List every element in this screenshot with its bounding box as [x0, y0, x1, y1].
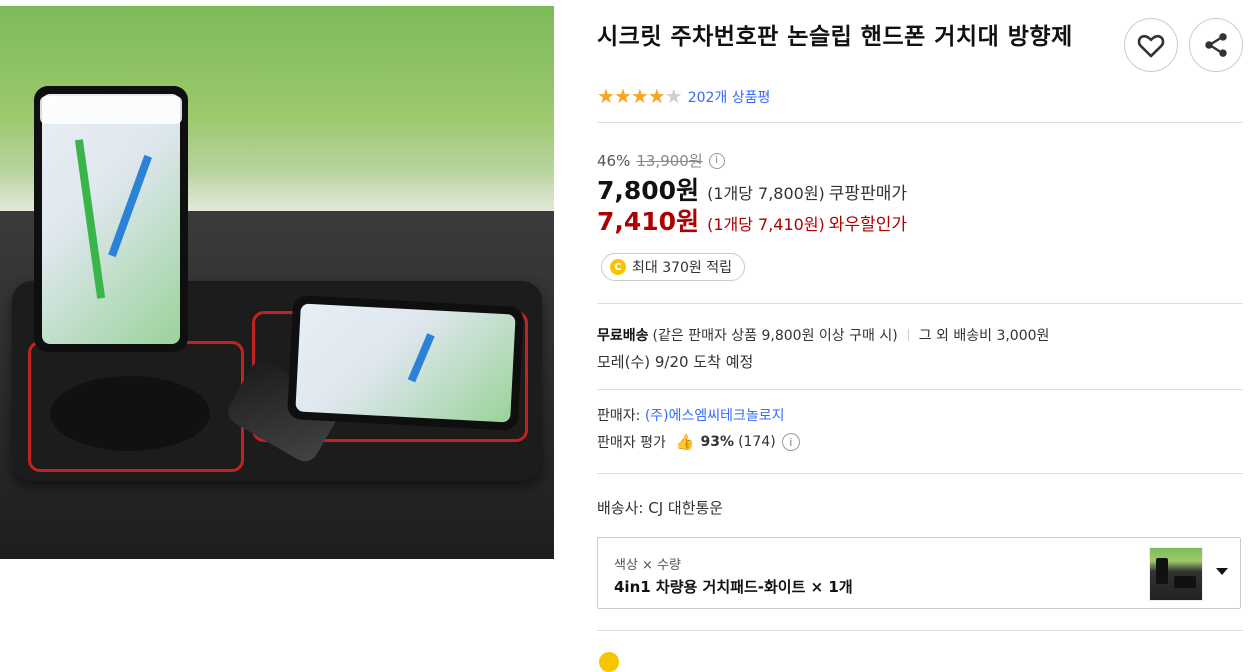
seller-label: 판매자: — [597, 408, 641, 424]
arrival-date: 모레(수) 9/20 도착 예정 — [597, 353, 754, 371]
wow-price-label: 와우할인가 — [828, 215, 907, 235]
carrier-text: 배송사: CJ 대한통운 — [597, 499, 724, 517]
product-title: 시크릿 주차번호판 논슬립 핸드폰 거치대 방향제 — [597, 24, 1073, 50]
option-selector[interactable]: 색상 × 수량 4in1 차량용 거치패드-화이트 × 1개 — [597, 537, 1241, 609]
info-icon[interactable]: i — [781, 433, 800, 451]
wow-price: 7,410원 — [597, 207, 700, 236]
sale-unit-price: (1개당 7,800원) — [707, 184, 825, 203]
seller-rating-label: 판매자 평가 — [597, 435, 666, 451]
shipping-row: 무료배송 (같은 판매자 상품 9,800원 이상 구매 시) 그 외 배송비 … — [597, 325, 1049, 345]
wow-price-row: 7,410원 (1개당 7,410원) 와우할인가 — [597, 202, 907, 238]
star-icon: ★ — [613, 84, 632, 108]
separator — [907, 329, 909, 341]
other-shipping-fee: 그 외 배송비 3,000원 — [918, 328, 1050, 344]
phone-stand-base — [50, 376, 210, 451]
phone-upright — [34, 86, 188, 352]
divider — [597, 389, 1243, 390]
option-value: 4in1 차량용 거치패드-화이트 × 1개 — [614, 578, 853, 596]
divider — [597, 303, 1243, 304]
star-icon: ★ — [597, 84, 615, 108]
discount-row: 46% 13,900원 i — [597, 150, 725, 171]
discount-rate: 46% — [597, 151, 631, 170]
seller-rating-row: 판매자 평가 👍 93% (174) i — [597, 432, 800, 452]
original-price: 13,900원 — [636, 152, 703, 170]
seller-name-link[interactable]: (주)에스엠씨테크놀로지 — [645, 408, 785, 424]
divider — [597, 473, 1243, 474]
heart-icon — [1137, 34, 1165, 58]
seller-row: 판매자: (주)에스엠씨테크놀로지 — [597, 405, 785, 425]
share-button[interactable] — [1189, 18, 1243, 72]
rating-row: ★★★★★ 202개 상품평 — [597, 86, 770, 107]
wishlist-button[interactable] — [1124, 18, 1178, 72]
star-icon: ★ — [647, 84, 666, 108]
chevron-down-icon[interactable] — [1216, 568, 1228, 575]
star-icon: ★ — [664, 84, 683, 108]
coin-icon: C — [610, 259, 626, 275]
divider — [597, 630, 1243, 631]
thumbs-up-icon: 👍 — [675, 433, 695, 451]
seller-rating-count: (174) — [738, 434, 776, 450]
reward-text: 최대 370원 적립 — [632, 260, 733, 276]
coin-icon — [599, 652, 619, 672]
divider — [597, 122, 1243, 123]
option-thumbnail — [1149, 547, 1203, 601]
star-rating: ★★★★★ — [597, 84, 683, 108]
free-shipping-label: 무료배송 — [597, 328, 649, 344]
seller-rating-percent: 93% — [700, 434, 735, 450]
info-icon[interactable]: i — [708, 152, 725, 169]
sale-price-label: 쿠팡판매가 — [828, 184, 907, 204]
review-count-link[interactable]: 202개 상품평 — [688, 87, 771, 107]
free-shipping-condition: (같은 판매자 상품 9,800원 이상 구매 시) — [652, 328, 898, 344]
option-label: 색상 × 수량 — [614, 558, 681, 573]
star-icon: ★ — [630, 84, 649, 108]
phone-flat — [286, 295, 525, 431]
wow-unit-price: (1개당 7,410원) — [707, 215, 825, 234]
reward-badge: C 최대 370원 적립 — [601, 253, 746, 281]
share-icon — [1205, 33, 1227, 57]
product-main-image[interactable] — [0, 6, 554, 559]
